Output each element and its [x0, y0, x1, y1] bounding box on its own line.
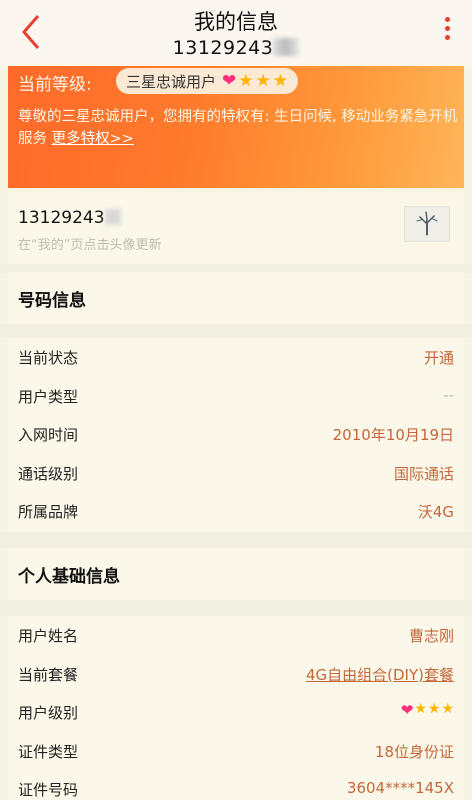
- row-value: 2010年10月19日: [332, 426, 454, 445]
- more-menu-button[interactable]: [440, 14, 454, 48]
- info-row-name: 用户姓名 曹志刚: [8, 616, 464, 655]
- star-icon: ★: [427, 701, 441, 718]
- profile-card: 13129243 在“我的”页点击头像更新: [8, 192, 464, 264]
- level-banner: 当前等级: 三星忠诚用户 ❤ ★ ★ ★ 尊敬的三星忠诚用户，您拥有的特权有: …: [8, 66, 464, 188]
- row-label: 入网时间: [18, 426, 79, 445]
- row-label: 用户姓名: [18, 627, 79, 645]
- row-value: 3604****145X: [346, 779, 454, 798]
- row-value: 国际通话: [393, 464, 454, 483]
- mask-blur: [273, 38, 300, 56]
- row-label: 当前状态: [18, 349, 79, 367]
- row-value: 18位身份证: [374, 742, 454, 761]
- profile-phone: 13129243: [18, 208, 121, 228]
- avatar-hint: 在“我的”页点击头像更新: [18, 238, 162, 253]
- level-name: 三星忠诚用户: [126, 72, 217, 91]
- avatar[interactable]: [404, 206, 450, 242]
- heart-icon: ❤: [222, 71, 237, 91]
- page-title: 我的信息: [194, 10, 278, 34]
- tree-avatar-icon: [416, 211, 438, 236]
- row-label: 用户级别: [18, 704, 79, 723]
- star-icon: ★: [414, 701, 427, 718]
- info-row-status: 当前状态 开通: [8, 338, 464, 377]
- header-phone-text: 13129243: [172, 37, 274, 59]
- level-label: 当前等级:: [18, 75, 92, 95]
- more-vertical-icon-dot: [444, 35, 450, 40]
- more-vertical-icon-dot: [444, 26, 450, 31]
- privilege-text: 尊敬的三星忠诚用户，您拥有的特权有: 生日问候, 移动业务紧急开机服务 更多特权…: [18, 106, 458, 150]
- star-icon: ★: [272, 71, 289, 91]
- row-value: --: [443, 385, 454, 404]
- row-label: 用户类型: [18, 387, 79, 406]
- row-value: 沃4G: [417, 503, 454, 522]
- section-divider: [0, 532, 472, 548]
- info-row-join-date: 入网时间 2010年10月19日: [8, 415, 464, 454]
- top-bar: 我的信息 13129243: [0, 0, 472, 66]
- personal-info-heading: 个人基础信息: [18, 567, 120, 587]
- info-row-plan: 当前套餐 4G自由组合(DIY)套餐: [8, 655, 464, 694]
- number-info-heading: 号码信息: [18, 291, 86, 311]
- star-icon: ★: [255, 71, 271, 91]
- info-row-brand: 所属品牌 沃4G: [8, 492, 464, 531]
- heart-icon: ❤: [400, 701, 414, 720]
- mask-blur: [104, 209, 121, 225]
- more-privileges-link[interactable]: 更多特权>>: [52, 131, 134, 147]
- user-level-badge: ❤ ★ ★ ★: [401, 701, 454, 719]
- info-row-id-type: 证件类型 18位身份证: [8, 732, 464, 771]
- section-divider: [0, 600, 472, 616]
- personal-info-header: 个人基础信息: [8, 548, 464, 600]
- row-value: 曹志刚: [408, 627, 454, 645]
- info-row-id-number: 证件号码 3604****145X: [8, 770, 464, 800]
- plan-link[interactable]: 4G自由组合(DIY)套餐: [306, 664, 454, 685]
- number-info-header: 号码信息: [8, 272, 464, 324]
- row-label: 所属品牌: [18, 503, 79, 522]
- row-label: 通话级别: [18, 464, 79, 483]
- star-icon: ★: [441, 701, 454, 718]
- profile-phone-text: 13129243: [18, 208, 105, 228]
- level-badge: 三星忠诚用户 ❤ ★ ★ ★: [116, 68, 299, 94]
- star-icon: ★: [238, 71, 254, 91]
- row-value: 开通: [423, 349, 454, 367]
- number-info-list: 当前状态 开通 用户类型 -- 入网时间 2010年10月19日 通话级别 国际…: [8, 338, 464, 531]
- info-row-user-type: 用户类型 --: [8, 377, 464, 416]
- personal-info-list: 用户姓名 曹志刚 当前套餐 4G自由组合(DIY)套餐 用户级别 ❤ ★ ★ ★…: [8, 616, 464, 800]
- info-row-user-level: 用户级别 ❤ ★ ★ ★: [8, 693, 464, 732]
- header-phone: 13129243: [0, 37, 472, 59]
- info-row-call-level: 通话级别 国际通话: [8, 454, 464, 493]
- section-divider: [0, 324, 472, 338]
- row-label: 当前套餐: [18, 665, 79, 684]
- row-label: 证件号码: [18, 781, 79, 800]
- row-label: 证件类型: [18, 742, 79, 761]
- more-vertical-icon: [444, 17, 450, 22]
